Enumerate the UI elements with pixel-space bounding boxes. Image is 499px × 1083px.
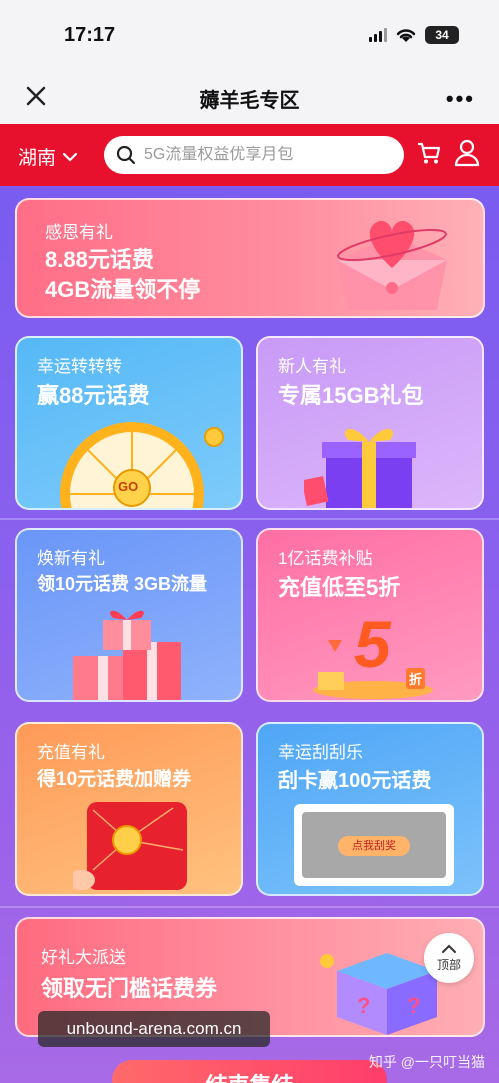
- heart-envelope-icon: [337, 220, 447, 310]
- nav-bar: 薅羊毛专区 •••: [0, 70, 499, 124]
- search-header: 湖南: [0, 124, 499, 186]
- bottom-action-button[interactable]: 结束集结: [112, 1060, 387, 1083]
- card-thanks-title: 感恩有礼: [45, 223, 113, 242]
- card-scratch-title: 幸运刮刮乐: [278, 743, 363, 762]
- scratch-button[interactable]: 点我刮奖: [338, 836, 410, 856]
- card-recharge-line1: 得10元话费加赠券: [37, 769, 192, 790]
- signal-icon: [369, 28, 387, 42]
- cart-icon[interactable]: [416, 140, 442, 166]
- card-lucky-wheel[interactable]: 幸运转转转 赢88元话费 GO: [15, 336, 243, 510]
- card-scratch[interactable]: 幸运刮刮乐 刮卡赢100元话费 点我刮奖: [256, 722, 484, 896]
- battery-icon: 34: [425, 26, 459, 44]
- region-label: 湖南: [18, 148, 57, 169]
- region-selector[interactable]: 湖南: [18, 143, 78, 170]
- back-to-top-button[interactable]: 顶部: [424, 933, 474, 983]
- card-gift-title: 好礼大派送: [41, 948, 126, 967]
- status-time: 17:17: [64, 24, 116, 46]
- card-wheel-line1: 赢88元话费: [37, 383, 150, 408]
- card-recharge[interactable]: 充值有礼 得10元话费加赠券: [15, 722, 243, 896]
- card-thanks[interactable]: 感恩有礼 8.88元话费 4GB流量领不停: [15, 198, 485, 318]
- card-thanks-line1: 8.88元话费: [45, 247, 154, 272]
- status-icons: 34: [369, 26, 459, 44]
- chevron-up-icon: [442, 944, 456, 953]
- search-bar[interactable]: [104, 136, 404, 174]
- wheel-go-label[interactable]: GO: [118, 479, 138, 494]
- section-divider: [0, 906, 499, 908]
- watermark: unbound-arena.com.cn: [38, 1011, 270, 1047]
- card-subsidy-title: 1亿话费补贴: [278, 549, 373, 568]
- section-divider: [0, 518, 499, 520]
- card-renew-title: 焕新有礼: [37, 549, 105, 568]
- battery-level: 34: [435, 28, 449, 42]
- card-subsidy[interactable]: 1亿话费补贴 充值低至5折 5 折: [256, 528, 484, 702]
- discount-suffix: 折: [406, 668, 426, 689]
- svg-text:?: ?: [407, 993, 420, 1018]
- red-envelope-icon: [73, 802, 187, 890]
- card-thanks-line2: 4GB流量领不停: [45, 277, 201, 302]
- author-credit: 知乎 @一只叮当猫: [368, 1054, 485, 1070]
- card-gift-line1: 领取无门槛话费券: [41, 976, 218, 1001]
- user-icon[interactable]: [454, 139, 480, 167]
- coin-icon: [204, 427, 224, 447]
- search-input[interactable]: [144, 146, 384, 164]
- card-wheel-title: 幸运转转转: [37, 357, 122, 376]
- card-newuser-title: 新人有礼: [278, 357, 346, 376]
- scratch-card: 点我刮奖: [294, 804, 454, 886]
- search-icon: [116, 145, 136, 165]
- discount-number: 5: [354, 607, 391, 681]
- back-to-top-label: 顶部: [436, 957, 461, 972]
- gift-box-icon: [304, 428, 416, 508]
- svg-text:?: ?: [357, 993, 370, 1018]
- page-title: 薅羊毛专区: [199, 90, 300, 112]
- chevron-down-icon: [62, 152, 78, 162]
- card-newuser-line1: 专属15GB礼包: [278, 383, 424, 408]
- card-renew[interactable]: 焕新有礼 领10元话费 3GB流量: [15, 528, 243, 702]
- wifi-icon: [396, 29, 416, 42]
- more-icon[interactable]: •••: [446, 86, 475, 112]
- status-bar: 17:17 34: [0, 0, 499, 70]
- prize-wheel-icon: [60, 422, 204, 508]
- card-subsidy-line1: 充值低至5折: [278, 575, 401, 600]
- card-new-user[interactable]: 新人有礼 专属15GB礼包: [256, 336, 484, 510]
- card-renew-line1: 领10元话费 3GB流量: [37, 574, 208, 594]
- card-recharge-title: 充值有礼: [37, 743, 105, 762]
- card-scratch-line1: 刮卡赢100元话费: [278, 770, 432, 792]
- gift-boxes-icon: [73, 610, 181, 700]
